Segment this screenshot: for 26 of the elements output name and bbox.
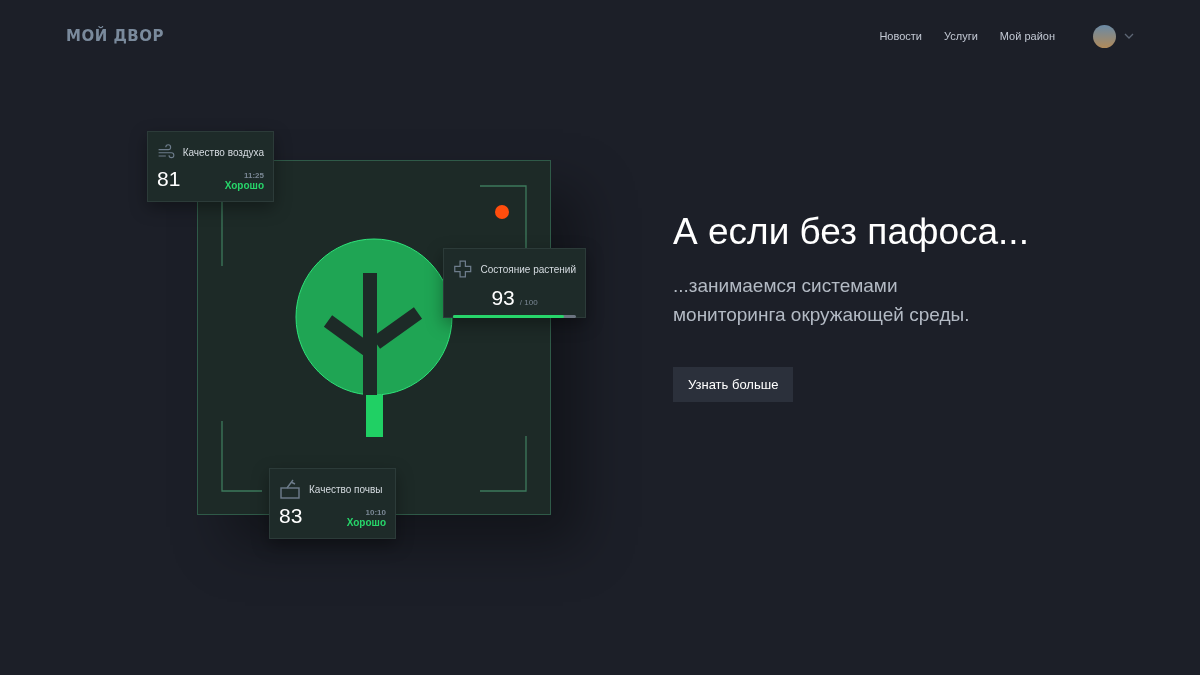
nav-link[interactable]: Новости <box>879 30 922 42</box>
learn-more-button[interactable]: Узнать больше <box>673 367 794 402</box>
hero-heading: А если без пафоса... <box>673 211 1029 253</box>
soil-icon <box>279 478 301 500</box>
card-title: Качество воздуха <box>182 146 264 158</box>
chevron-down-icon[interactable] <box>1124 33 1134 39</box>
status-text: Хорошо <box>224 180 264 191</box>
nav-link[interactable]: Мой район <box>999 30 1055 42</box>
alert-dot <box>495 205 509 219</box>
card-title: Качество почвы <box>309 483 383 495</box>
status-text: Хорошо <box>346 517 386 528</box>
hero-subtitle: ...занимаемся системами мониторинга окружающей среды. <box>673 274 971 327</box>
plus-icon <box>453 258 473 280</box>
avatar[interactable] <box>1093 24 1116 48</box>
card-title: Состояние растений <box>480 263 576 275</box>
metric-value: 93 <box>491 286 515 310</box>
logo[interactable]: МОЙ ДВОР <box>66 27 164 45</box>
time-text: 10:10 <box>365 508 386 517</box>
metric-value: 81 <box>157 167 181 191</box>
frame-corner-line <box>479 435 527 492</box>
frame-corner-line <box>221 200 223 267</box>
nav-link[interactable]: Услуги <box>944 30 978 42</box>
metric-value: 83 <box>279 504 303 528</box>
frame-corner-line <box>221 420 263 492</box>
time-text: 11:25 <box>243 171 264 180</box>
max-value: / 100 <box>519 298 538 307</box>
